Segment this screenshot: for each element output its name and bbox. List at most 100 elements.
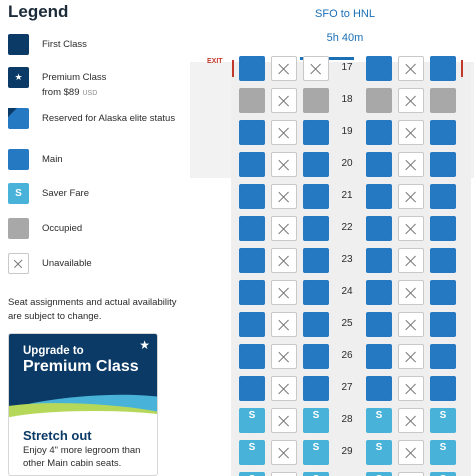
seat-22-1[interactable] (239, 216, 265, 241)
seat-25-4[interactable] (366, 312, 392, 337)
star-icon: ★ (139, 338, 150, 352)
seat-20-5 (398, 152, 424, 177)
seat-26-5 (398, 344, 424, 369)
seat-23-3[interactable] (303, 248, 329, 273)
close-icon (404, 158, 418, 172)
seat-21-5 (398, 184, 424, 209)
legend-label: First Class (42, 39, 87, 50)
row-number: 29 (341, 446, 353, 457)
seat-24-4[interactable] (366, 280, 392, 305)
seat-17-4[interactable] (366, 56, 392, 81)
legend-label: Main (42, 154, 63, 165)
seat-20-3[interactable] (303, 152, 329, 177)
saver-letter: S (312, 442, 320, 453)
seat-17-1[interactable] (239, 56, 265, 81)
close-icon (404, 382, 418, 396)
legend-item-premium-class: ★ Premium Class from $89 USD (8, 67, 178, 99)
seat-17-6[interactable] (430, 56, 456, 81)
legend-item-occupied: Occupied (8, 218, 178, 244)
row-number: 24 (341, 286, 353, 297)
seat-30-6[interactable]: S (430, 472, 456, 476)
seat-26-6[interactable] (430, 344, 456, 369)
row-number: 18 (341, 94, 353, 105)
seat-21-3[interactable] (303, 184, 329, 209)
seat-18-2 (271, 88, 297, 113)
seat-29-3[interactable]: S (303, 440, 329, 465)
occupied-swatch (8, 218, 29, 239)
seat-20-4[interactable] (366, 152, 392, 177)
seat-24-3[interactable] (303, 280, 329, 305)
close-icon (404, 446, 418, 460)
seat-26-4[interactable] (366, 344, 392, 369)
seat-28-1[interactable]: S (239, 408, 265, 433)
seat-24-6[interactable] (430, 280, 456, 305)
seat-30-3[interactable]: S (303, 472, 329, 476)
seat-28-6[interactable]: S (430, 408, 456, 433)
seat-25-2 (271, 312, 297, 337)
seat-25-6[interactable] (430, 312, 456, 337)
seat-30-4[interactable]: S (366, 472, 392, 476)
seat-27-6[interactable] (430, 376, 456, 401)
price-text: from $89 (42, 87, 80, 98)
legend-item-elite-reserved: Reserved for Alaska elite status (8, 108, 178, 140)
star-icon: ★ (8, 67, 29, 88)
seat-29-4[interactable]: S (366, 440, 392, 465)
seat-18-6 (430, 88, 456, 113)
seat-26-1[interactable] (239, 344, 265, 369)
close-icon (309, 62, 323, 76)
close-icon (404, 190, 418, 204)
close-icon (277, 318, 291, 332)
seat-21-4[interactable] (366, 184, 392, 209)
seat-27-4[interactable] (366, 376, 392, 401)
seat-29-1[interactable]: S (239, 440, 265, 465)
seat-18-3 (303, 88, 329, 113)
seat-21-1[interactable] (239, 184, 265, 209)
seat-23-1[interactable] (239, 248, 265, 273)
close-icon (277, 382, 291, 396)
seat-23-4[interactable] (366, 248, 392, 273)
seat-30-2 (271, 472, 297, 476)
seat-20-1[interactable] (239, 152, 265, 177)
seat-25-3[interactable] (303, 312, 329, 337)
row-number: 26 (341, 350, 353, 361)
seat-24-1[interactable] (239, 280, 265, 305)
close-icon (404, 350, 418, 364)
legend-label: Occupied (42, 223, 83, 234)
seat-19-3[interactable] (303, 120, 329, 145)
legend-label: Reserved for Alaska elite status (42, 113, 176, 124)
elite-reserved-swatch (8, 108, 29, 129)
seat-27-1[interactable] (239, 376, 265, 401)
legend-label: Unavailable (42, 258, 92, 269)
premium-price: from $89 USD (42, 85, 182, 101)
saver-swatch: S (8, 183, 29, 204)
seat-22-3[interactable] (303, 216, 329, 241)
seat-29-6[interactable]: S (430, 440, 456, 465)
seat-23-6[interactable] (430, 248, 456, 273)
seat-28-4[interactable]: S (366, 408, 392, 433)
close-icon (277, 94, 291, 108)
flight-route[interactable]: SFO to HNL (270, 8, 420, 20)
seat-25-1[interactable] (239, 312, 265, 337)
seat-19-4[interactable] (366, 120, 392, 145)
row-number: 20 (341, 158, 353, 169)
seat-22-6[interactable] (430, 216, 456, 241)
promo-class-title: Premium Class (23, 358, 139, 375)
legend-label: Saver Fare (42, 188, 89, 199)
legend-item-saver-fare: S Saver Fare (8, 183, 178, 209)
seat-27-5 (398, 376, 424, 401)
saver-letter: S (248, 410, 256, 421)
seat-23-5 (398, 248, 424, 273)
seat-26-3[interactable] (303, 344, 329, 369)
legend-item-unavailable: Unavailable (8, 253, 178, 279)
seat-29-5 (398, 440, 424, 465)
seat-30-1[interactable]: S (239, 472, 265, 476)
seat-21-6[interactable] (430, 184, 456, 209)
seat-19-6[interactable] (430, 120, 456, 145)
seat-19-1[interactable] (239, 120, 265, 145)
seat-20-6[interactable] (430, 152, 456, 177)
premium-upgrade-card[interactable]: Upgrade to Premium Class ★ Stretch out E… (8, 333, 158, 476)
seat-28-3[interactable]: S (303, 408, 329, 433)
seat-22-4[interactable] (366, 216, 392, 241)
row-number: 22 (341, 222, 353, 233)
seat-27-3[interactable] (303, 376, 329, 401)
